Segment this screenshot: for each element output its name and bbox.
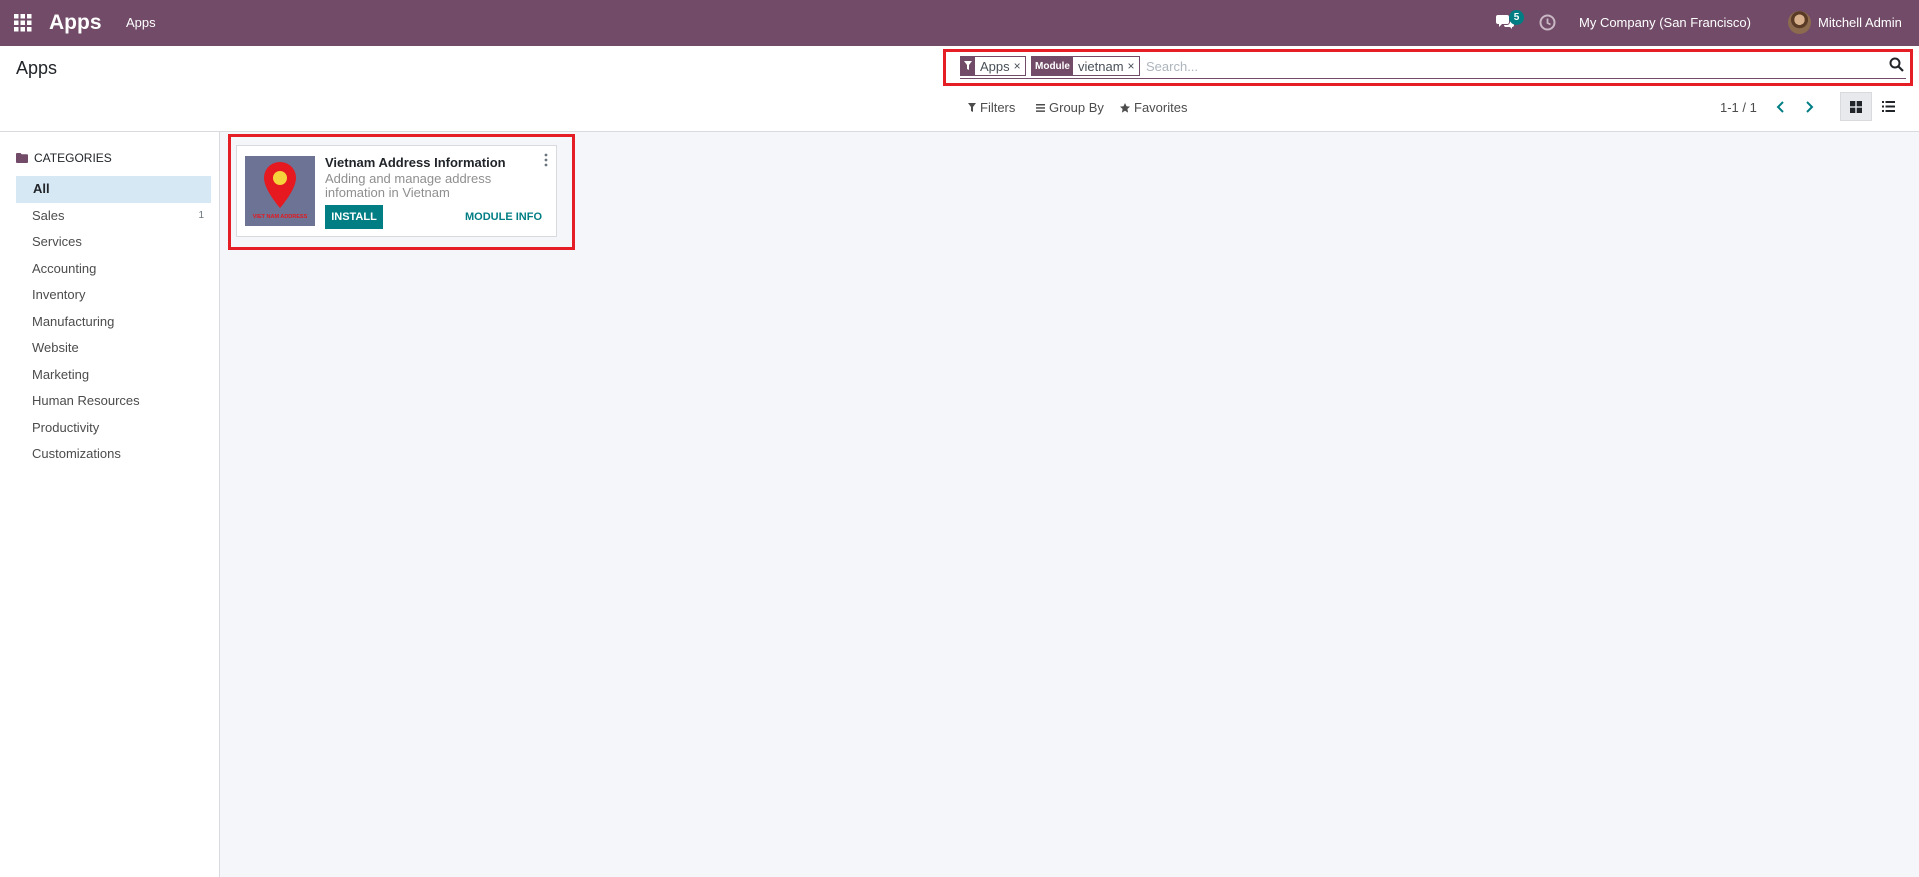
category-label: Sales — [32, 207, 65, 223]
facet-label: Module — [1032, 57, 1073, 75]
app-name: Vietnam Address Information — [325, 155, 506, 170]
category-item-manufacturing[interactable]: Manufacturing — [16, 309, 211, 336]
categories-header: CATEGORIES — [16, 151, 112, 165]
category-label: Accounting — [32, 260, 97, 276]
search-bar: Apps × Module vietnam × — [960, 56, 1906, 79]
facet-module: Module vietnam × — [1031, 56, 1140, 76]
app-card[interactable]: VIET NAM ADDRESS Vietnam Address Informa… — [236, 145, 557, 237]
filter-icon — [968, 103, 976, 112]
favorites-label: Favorites — [1134, 100, 1188, 115]
facet-remove-button[interactable]: × — [1014, 59, 1025, 73]
group-by-label: Group By — [1049, 100, 1104, 115]
category-item-accounting[interactable]: Accounting — [16, 256, 211, 283]
app-icon-image: VIET NAM ADDRESS — [245, 156, 315, 226]
map-pin-icon: VIET NAM ADDRESS — [253, 162, 308, 220]
category-item-human-resources[interactable]: Human Resources — [16, 388, 211, 415]
category-item-inventory[interactable]: Inventory — [16, 282, 211, 309]
category-label: Inventory — [32, 287, 86, 302]
search-icon[interactable] — [1889, 57, 1904, 72]
facet-remove-button[interactable]: × — [1128, 59, 1139, 73]
star-icon — [1120, 102, 1130, 113]
favorites-dropdown[interactable]: Favorites — [1120, 100, 1187, 115]
user-avatar[interactable] — [1788, 11, 1811, 34]
category-label: All — [33, 181, 50, 196]
category-label: Customizations — [32, 446, 121, 461]
chevron-left-icon[interactable] — [1773, 99, 1789, 115]
module-info-button[interactable]: MODULE INFO — [465, 205, 542, 229]
filters-label: Filters — [980, 100, 1016, 115]
category-item-sales[interactable]: Sales 1 — [16, 203, 211, 230]
chevron-right-icon[interactable] — [1801, 99, 1817, 115]
facet-apps-filter: Apps × — [960, 56, 1026, 76]
filters-dropdown[interactable]: Filters — [968, 100, 1015, 115]
menu-item-apps[interactable]: Apps — [126, 15, 156, 30]
category-item-website[interactable]: Website — [16, 335, 211, 362]
folder-icon — [16, 153, 28, 163]
app-brand[interactable]: Apps — [49, 11, 102, 35]
facet-value: vietnam — [1078, 58, 1124, 74]
search-input[interactable] — [1146, 56, 1866, 76]
list-view-button[interactable] — [1872, 92, 1904, 121]
category-label: Productivity — [32, 419, 100, 435]
category-label: Website — [32, 340, 79, 355]
kebab-menu-icon[interactable] — [543, 153, 549, 167]
app-image-text: VIET NAM ADDRESS — [253, 214, 308, 220]
kanban-icon — [1850, 100, 1862, 113]
category-item-productivity[interactable]: Productivity — [16, 415, 211, 442]
apps-menu-icon[interactable] — [14, 14, 32, 32]
category-label: Marketing — [32, 366, 90, 382]
app-summary: Adding and manage address infomation in … — [325, 171, 492, 200]
category-item-services[interactable]: Services — [16, 229, 211, 256]
category-item-all[interactable]: All — [16, 176, 211, 203]
category-label: Services — [32, 234, 82, 249]
top-navbar: Apps Apps 5 My Company (San Francisco) M… — [0, 0, 1919, 46]
company-switcher[interactable]: My Company (San Francisco) — [1579, 15, 1751, 30]
filter-icon — [961, 57, 975, 75]
category-count: 1 — [198, 209, 204, 221]
facet-value: Apps — [980, 58, 1010, 74]
categories-sidebar: CATEGORIES All Sales 1 Services Accountin… — [0, 132, 220, 877]
chat-count-badge: 5 — [1509, 10, 1524, 25]
user-menu[interactable]: Mitchell Admin — [1818, 15, 1902, 30]
categories-title: CATEGORIES — [34, 151, 112, 165]
kanban-view-button[interactable] — [1840, 92, 1872, 121]
category-label: Human Resources — [32, 393, 140, 408]
category-list: All Sales 1 Services Accounting Inventory… — [16, 176, 211, 468]
list-icon — [1881, 101, 1895, 112]
category-item-customizations[interactable]: Customizations — [16, 441, 211, 468]
group-by-dropdown[interactable]: Group By — [1036, 100, 1104, 115]
activity-clock-icon[interactable] — [1539, 14, 1556, 31]
control-panel: Apps Apps × Module vietnam × Filters Gro… — [0, 46, 1919, 132]
category-item-marketing[interactable]: Marketing — [16, 362, 211, 389]
page-title: Apps — [16, 58, 58, 78]
pager-value[interactable]: 1-1 / 1 — [1720, 100, 1757, 115]
install-button[interactable]: INSTALL — [325, 205, 383, 229]
category-label: Manufacturing — [32, 313, 115, 329]
bars-icon — [1036, 103, 1045, 112]
